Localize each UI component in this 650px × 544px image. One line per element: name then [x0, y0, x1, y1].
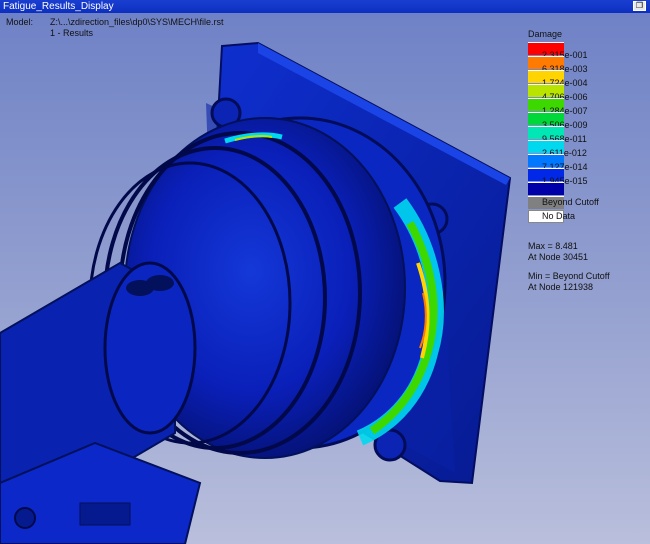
max-stats: Max = 8.481 At Node 30451 [528, 241, 588, 263]
max-value: Max = 8.481 [528, 241, 578, 251]
model-path: Z:\...\zdirection_files\dp0\SYS\MECH\fil… [50, 17, 224, 27]
min-value: Min = Beyond Cutoff [528, 271, 610, 281]
result-header: Model: Z:\...\zdirection_files\dp0\SYS\ME… [6, 17, 224, 39]
legend-value: No Data [542, 211, 576, 221]
restore-icon[interactable]: ❐ [633, 1, 646, 11]
damage-legend: Damage 2.315e-001 6.318e-003 1.724e-004 4.7… [528, 29, 638, 227]
min-stats: Min = Beyond Cutoff At Node 121938 [528, 271, 610, 293]
window-title: Fatigue_Results_Display [3, 1, 114, 12]
title-bar: Fatigue_Results_Display ❐ [0, 0, 650, 13]
model-label: Model: [6, 17, 34, 27]
result-set-label: 1 - Results [50, 28, 94, 38]
legend-title: Damage [528, 29, 563, 39]
min-node: At Node 121938 [528, 282, 594, 292]
3d-viewport[interactable]: Model: Z:\...\zdirection_files\dp0\SYS\ME… [0, 13, 650, 544]
fatigue-results-window: Fatigue_Results_Display ❐ Model: Z:\...\… [0, 0, 650, 544]
legend-value: Beyond Cutoff [542, 197, 599, 207]
legend-swatch [528, 182, 564, 195]
max-node: At Node 30451 [528, 252, 589, 262]
